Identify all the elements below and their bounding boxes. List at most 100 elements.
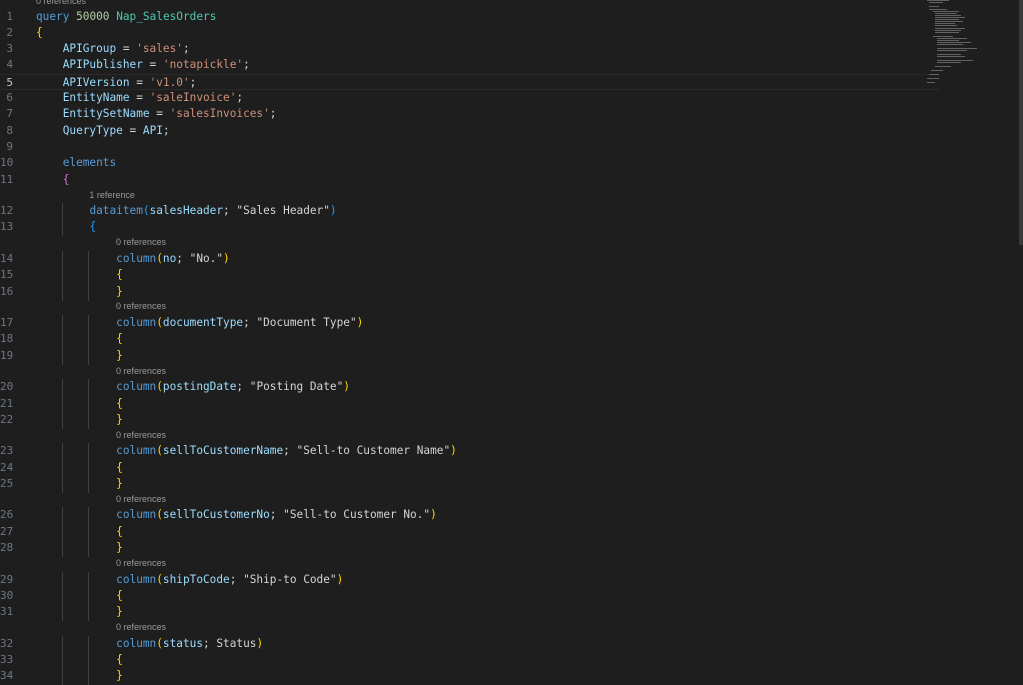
code-token: column: [116, 251, 157, 265]
code-line[interactable]: 19 }: [0, 347, 940, 365]
indent-guide: [88, 604, 90, 622]
code-text: APIVersion = 'v1.0';: [36, 75, 197, 91]
line-number: 16: [0, 284, 14, 298]
indent-guide: [61, 587, 63, 605]
codelens-references[interactable]: 0 references: [116, 429, 166, 441]
code-line[interactable]: 28 }: [0, 540, 940, 558]
code-line[interactable]: 21 {: [0, 395, 940, 413]
code-line[interactable]: 18 {: [0, 331, 940, 349]
code-line[interactable]: 7 EntitySetName = 'salesInvoices';: [0, 106, 940, 122]
code-line[interactable]: 17 column(documentType; "Document Type"): [0, 315, 940, 333]
code-line[interactable]: 30 {: [0, 587, 940, 605]
codelens-references[interactable]: 1 reference: [89, 189, 135, 201]
codelens-references[interactable]: 0 references: [116, 493, 166, 505]
code-line[interactable]: 34 }: [0, 668, 940, 685]
code-line[interactable]: 24 {: [0, 459, 940, 477]
minimap-line: [937, 50, 967, 51]
line-number: 1: [6, 9, 13, 23]
codelens-references[interactable]: 0 references: [116, 300, 166, 312]
codelens-references[interactable]: 0 references: [36, 0, 86, 7]
line-number: 22: [0, 412, 14, 426]
indent-guide: [61, 507, 63, 525]
minimap-line: [935, 19, 959, 20]
indent-guide: [61, 283, 63, 301]
code-line[interactable]: 12 dataitem(salesHeader; "Sales Header"): [0, 203, 940, 221]
indent-guide: [61, 523, 63, 541]
code-line[interactable]: 3 APIGroup = 'sales';: [0, 41, 940, 57]
line-number: 4: [6, 58, 13, 72]
indent-guide: [88, 635, 90, 653]
code-line[interactable]: 11 {: [0, 172, 940, 188]
codelens-references[interactable]: 0 references: [116, 236, 166, 248]
code-line[interactable]: 13 {: [0, 219, 940, 237]
code-line[interactable]: 9: [0, 139, 940, 155]
vertical-scrollbar[interactable]: [1019, 0, 1023, 245]
codelens-references[interactable]: 0 references: [116, 621, 166, 633]
codelens-references[interactable]: 0 references: [116, 557, 166, 569]
code-line[interactable]: 20 column(postingDate; "Posting Date"): [0, 379, 940, 397]
code-line[interactable]: 33 {: [0, 651, 940, 669]
code-line[interactable]: 5 APIVersion = 'v1.0';: [0, 73, 940, 91]
minimap-line: [935, 23, 955, 24]
indent-guide: [88, 571, 90, 589]
minimap-line: [929, 6, 939, 7]
code-token: shipToCode: [162, 572, 230, 586]
code-line[interactable]: 1 query 50000 Nap_SalesOrders: [0, 9, 940, 25]
indent-guide: [61, 475, 63, 493]
code-line[interactable]: 22 }: [0, 411, 940, 429]
code-line[interactable]: 32 column(status; Status): [0, 635, 940, 653]
code-text: }: [36, 668, 123, 684]
code-line[interactable]: 10 elements: [0, 155, 940, 171]
code-token: ): [430, 508, 437, 522]
code-line[interactable]: 4 APIPublisher = 'notapickle';: [0, 57, 940, 73]
code-line[interactable]: 14 column(no; "No."): [0, 250, 940, 268]
code-token: 'sales': [136, 42, 183, 56]
code-text: EntityName = 'saleInvoice';: [36, 90, 243, 106]
code-text: {: [36, 267, 123, 283]
minimap-line: [937, 62, 961, 63]
code-text: {: [36, 652, 123, 668]
indent-guide: [88, 267, 90, 285]
code-line[interactable]: 27 {: [0, 523, 940, 541]
code-line[interactable]: 26 column(sellToCustomerNo; "Sell-to Cus…: [0, 507, 940, 525]
indent-guide: [88, 347, 90, 365]
codelens-references[interactable]: 0 references: [116, 365, 166, 377]
indent-guide: [61, 668, 63, 685]
code-line[interactable]: 16 }: [0, 283, 940, 301]
code-line[interactable]: 6 EntityName = 'saleInvoice';: [0, 90, 940, 106]
code-line[interactable]: 15 {: [0, 267, 940, 285]
code-line[interactable]: 25 }: [0, 475, 940, 493]
minimap-line: [927, 0, 949, 1]
minimap-line: [933, 36, 953, 37]
indent-guide: [61, 203, 63, 221]
code-token: }: [116, 669, 123, 683]
code-line[interactable]: 29 column(shipToCode; "Ship-to Code"): [0, 571, 940, 589]
code-token: {: [116, 524, 123, 538]
code-token: {: [62, 172, 70, 186]
minimap[interactable]: [925, 0, 1010, 110]
code-line[interactable]: 23 column(sellToCustomerName; "Sell-to C…: [0, 443, 940, 461]
code-token: (: [156, 572, 163, 586]
code-editor[interactable]: 0 references 1 query 50000 Nap_SalesOrders…: [0, 0, 1023, 685]
code-token: "Sales Header": [236, 204, 330, 218]
code-line[interactable]: 8 QueryType = API;: [0, 123, 940, 139]
code-token: }: [116, 541, 123, 555]
code-line[interactable]: 2{: [0, 25, 940, 41]
line-number: 20: [0, 380, 14, 394]
code-token: ;: [189, 75, 197, 89]
indent-guide: [88, 507, 90, 525]
code-text: {: [36, 219, 96, 235]
code-line[interactable]: 31 }: [0, 604, 940, 622]
code-text: APIGroup = 'sales';: [36, 41, 190, 57]
code-token: (: [156, 380, 163, 394]
minimap-line: [935, 17, 965, 18]
code-token: ;: [223, 204, 237, 218]
line-number: 5: [6, 75, 13, 89]
